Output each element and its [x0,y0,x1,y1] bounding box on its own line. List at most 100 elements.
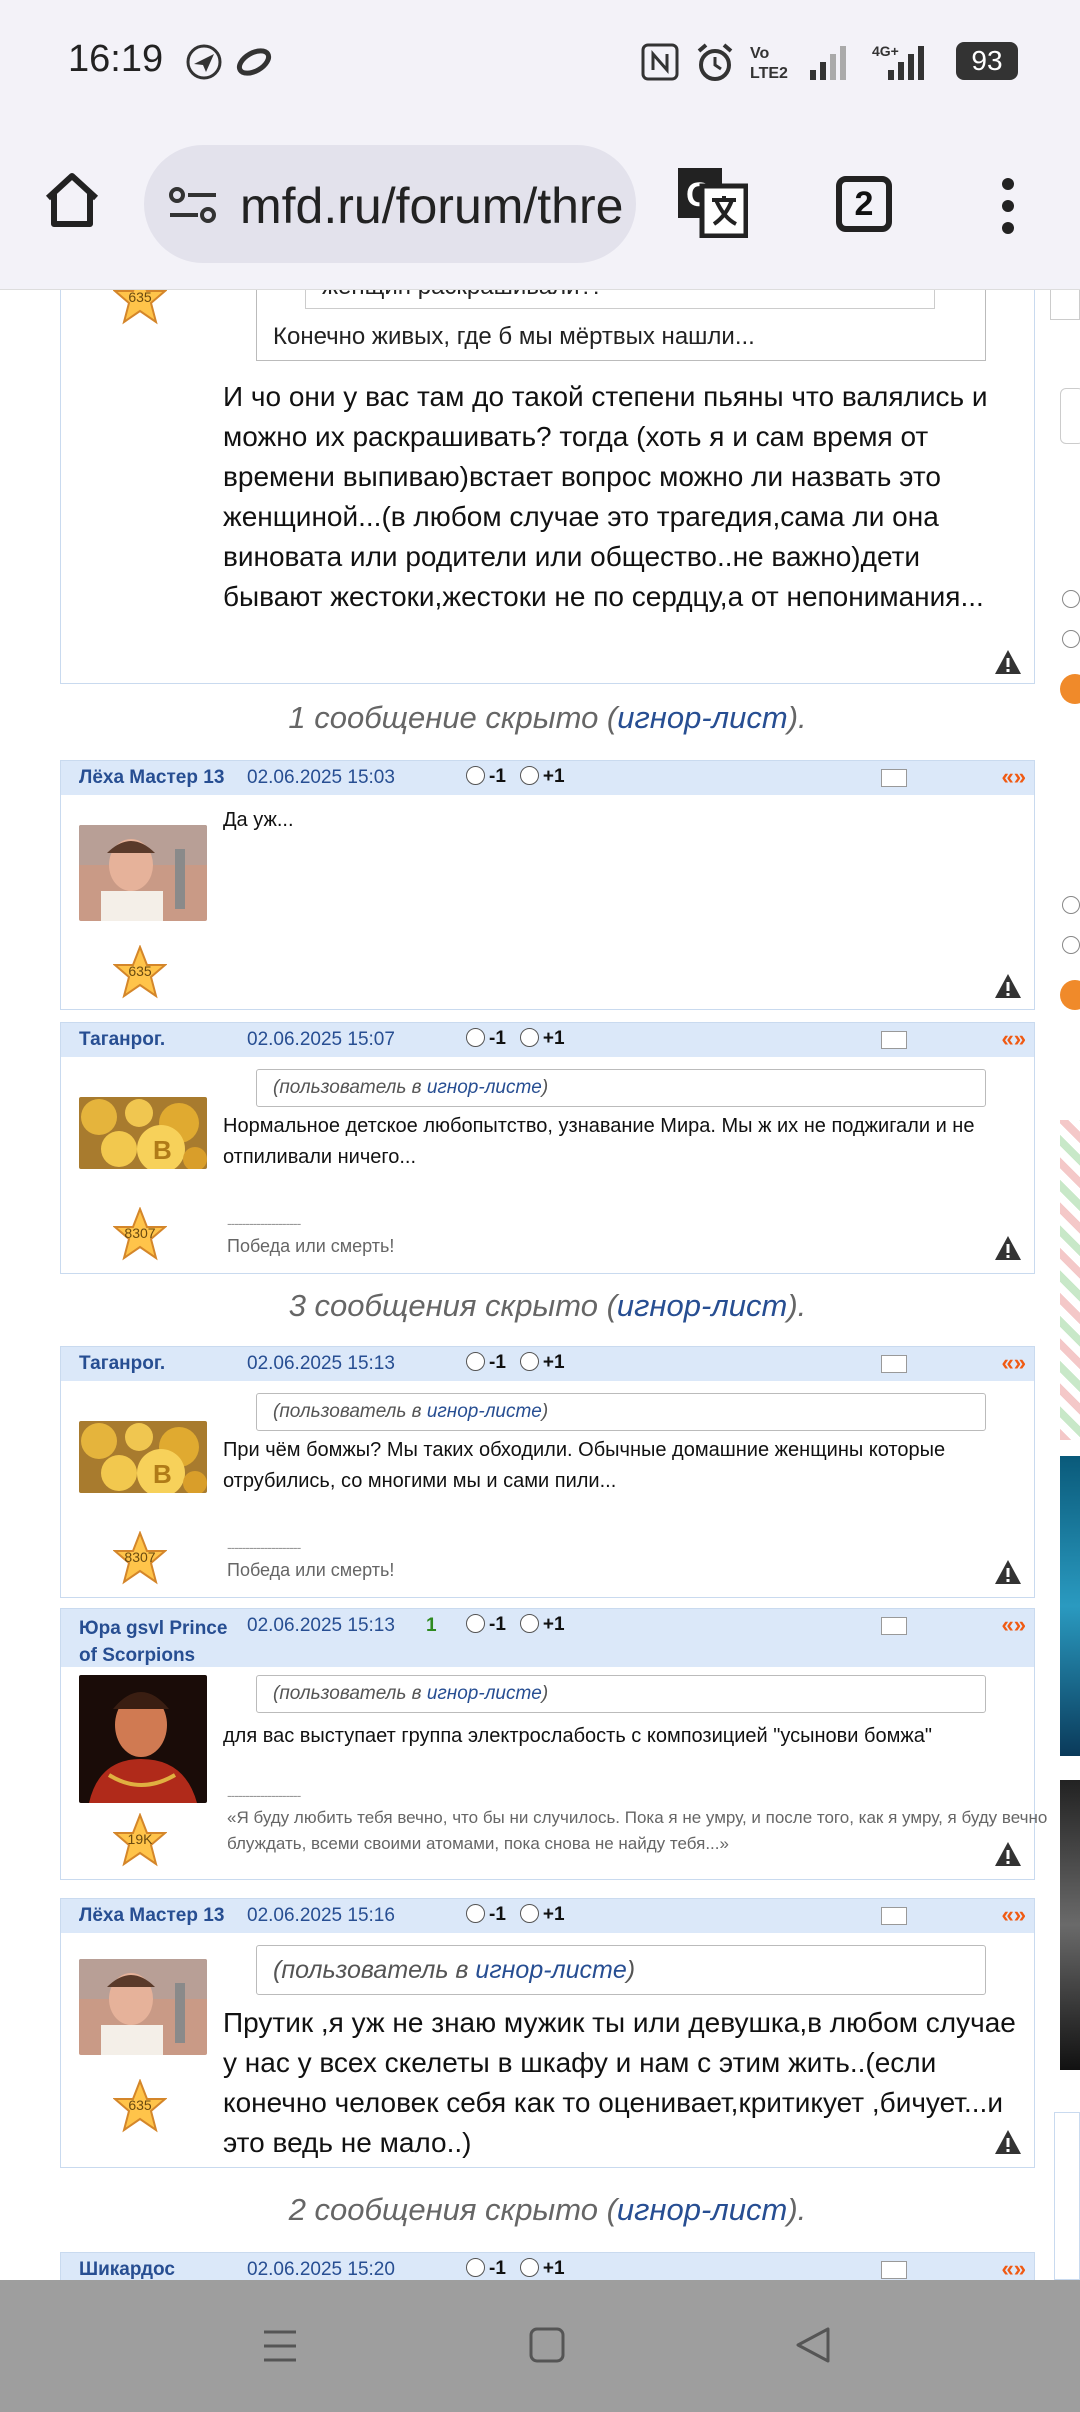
private-message-icon[interactable] [881,1355,907,1373]
status-bar: 16:19 Vo LTE2 4G+ 93 [0,0,1080,120]
vote-controls: -1 +1 [466,1614,565,1636]
post-text: Прутик ,я уж не знаю мужик ты или девушк… [223,2007,1016,2158]
more-menu-icon[interactable] [1000,176,1016,236]
nfc-icon [641,43,679,81]
vote-minus[interactable]: -1 [466,1028,506,1050]
post-score: 1 [426,1615,437,1636]
report-warning-icon[interactable] [994,1841,1022,1867]
url-text: mfd.ru/forum/thre [240,178,624,234]
avatar[interactable]: B [79,1097,207,1169]
post-author[interactable]: Таганрог. [79,1029,165,1051]
report-warning-icon[interactable] [994,649,1022,675]
forum-post: Шикардос 02.06.2025 15:20 -1 +1 «» [60,2252,1035,2280]
report-warning-icon[interactable] [994,1559,1022,1585]
ignore-notice: (пользователь в игнор-листе) [256,1393,986,1431]
svg-text:Vo: Vo [750,45,769,62]
svg-text:B: B [153,1459,172,1489]
avatar[interactable] [79,1959,207,2055]
vote-controls: -1 +1 [466,2258,565,2280]
private-message-icon[interactable] [881,1031,907,1049]
nested-quote: женщин раскрашивали?! [305,290,935,309]
post-date[interactable]: 02.06.2025 15:07 [247,1029,395,1051]
rating-star-icon: 8307 [112,1206,168,1261]
ignore-list-link[interactable]: игнор-лист [617,2192,787,2227]
report-warning-icon[interactable] [994,2129,1022,2155]
signal-4g-icon: 4G+ [872,43,924,80]
vote-plus[interactable]: +1 [519,1352,565,1374]
post-date[interactable]: 02.06.2025 15:20 [247,2259,395,2280]
rating-star-icon: 8307 [112,1530,168,1585]
post-date[interactable]: 02.06.2025 15:03 [247,767,395,789]
vote-minus[interactable]: -1 [466,1614,506,1636]
vote-plus[interactable]: +1 [519,1614,565,1636]
vote-minus[interactable]: -1 [466,2258,506,2280]
post-author[interactable]: Юра gsvl Prince of Scorpions [79,1615,229,1669]
post-date[interactable]: 02.06.2025 15:16 [247,1905,395,1927]
svg-text:4G+: 4G+ [872,43,899,59]
post-header: Лёха Мастер 13 02.06.2025 15:16 -1 +1 «» [61,1899,1034,1933]
post-text: Нормальное детское любопытство, узнавани… [223,1115,975,1168]
report-warning-icon[interactable] [994,973,1022,999]
hidden-messages-2: 3 сообщения скрыто (игнор-лист). [288,1288,807,1323]
post-date[interactable]: 02.06.2025 15:13 [247,1353,395,1375]
avatar[interactable] [79,825,207,921]
site-settings-icon[interactable] [168,185,218,225]
hidden-messages-3: 2 сообщения скрыто (игнор-лист). [288,2192,807,2227]
send-icon [186,44,222,80]
recent-apps-icon[interactable] [262,2328,298,2364]
rating-star-icon: 19K [112,1812,168,1867]
private-message-icon[interactable] [881,1617,907,1635]
quote-button[interactable]: «» [1002,764,1026,790]
home-icon[interactable] [40,168,104,232]
signature-divider: -------------------- [227,1787,301,1803]
address-bar[interactable]: mfd.ru/forum/thre [144,145,636,263]
avatar[interactable]: B [79,1421,207,1493]
translate-icon[interactable]: G [676,166,748,238]
ignore-list-link[interactable]: игнор-лист [617,1288,787,1323]
quote-button[interactable]: «» [1002,1026,1026,1052]
post-header: Таганрог. 02.06.2025 15:13 -1 +1 «» [61,1347,1034,1381]
signature-divider: -------------------- [227,1539,301,1555]
right-sidebar [1050,290,1080,2280]
vote-minus[interactable]: -1 [466,1904,506,1926]
avatar[interactable] [79,1675,207,1803]
vote-controls: -1 +1 [466,1904,565,1926]
ignore-notice: (пользователь в игнор-листе) [256,1675,986,1713]
post-text: Да уж... [223,809,294,831]
signature: Победа или смерть! [227,1560,395,1580]
vote-minus[interactable]: -1 [466,1352,506,1374]
vote-plus[interactable]: +1 [519,1028,565,1050]
signature: «Я буду любить тебя вечно, что бы ни слу… [227,1808,1048,1853]
quote-button[interactable]: «» [1002,1612,1026,1638]
quote-button[interactable]: «» [1002,1902,1026,1928]
vote-minus[interactable]: -1 [466,766,506,788]
home-nav-icon[interactable] [528,2326,566,2364]
post-author[interactable]: Шикардос [79,2259,175,2280]
private-message-icon[interactable] [881,2261,907,2279]
private-message-icon[interactable] [881,1907,907,1925]
svg-text:LTE2: LTE2 [750,65,788,82]
post-date[interactable]: 02.06.2025 15:13 [247,1615,395,1637]
system-navigation-bar [0,2280,1080,2412]
quote-button[interactable]: «» [1002,2256,1026,2280]
vote-controls: -1 +1 [466,766,565,788]
rating-star-icon: 635 [112,2078,168,2133]
post-author[interactable]: Таганрог. [79,1353,165,1375]
forum-post: Юра gsvl Prince of Scorpions 02.06.2025 … [60,1608,1047,1880]
ignore-notice: (пользователь в игнор-листе) [256,1069,986,1107]
vote-plus[interactable]: +1 [519,766,565,788]
report-warning-icon[interactable] [994,1235,1022,1261]
back-nav-icon[interactable] [794,2326,832,2364]
signature-divider: -------------------- [227,1215,301,1231]
quote-box: женщин раскрашивали?! Конечно живых, где… [256,290,986,361]
vote-plus[interactable]: +1 [519,1904,565,1926]
tab-switcher-button[interactable]: 2 [836,176,892,232]
volte-icon: Vo LTE2 [750,45,788,82]
ignore-list-link[interactable]: игнор-лист [617,700,787,735]
private-message-icon[interactable] [881,769,907,787]
post-author[interactable]: Лёха Мастер 13 [79,1905,224,1927]
post-author[interactable]: Лёха Мастер 13 [79,767,224,789]
post-header: Шикардос 02.06.2025 15:20 -1 +1 «» [61,2253,1034,2280]
vote-plus[interactable]: +1 [519,2258,565,2280]
quote-button[interactable]: «» [1002,1350,1026,1376]
